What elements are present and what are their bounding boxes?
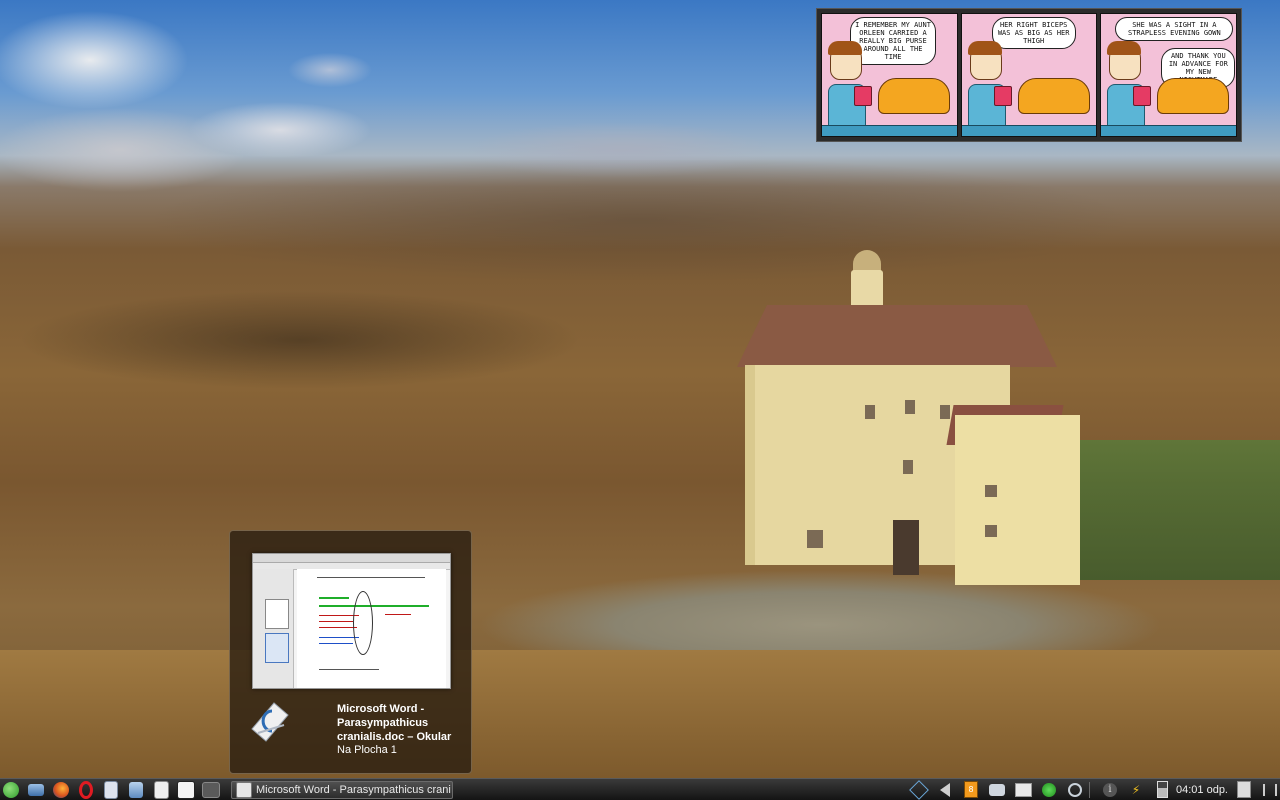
mug-icon <box>993 86 1012 106</box>
thumbnail-sidebar <box>253 569 294 688</box>
task-label: Microsoft Word - Parasympathicus crani <box>256 783 451 796</box>
folder-icon[interactable] <box>1013 781 1033 799</box>
preview-window-title: Microsoft Word - Parasympathicus cranial… <box>337 703 452 743</box>
taskbar: Microsoft Word - Parasympathicus crani 8… <box>0 778 1280 800</box>
battery-icon[interactable] <box>1152 781 1172 799</box>
comic-panel-3: She was a sight in a strapless evening g… <box>1100 13 1238 137</box>
wallpaper-hills <box>0 160 1280 280</box>
power-icon[interactable]: ⚡ <box>1126 781 1146 799</box>
okular-task-icon <box>236 781 252 798</box>
kickoff-menu-icon[interactable] <box>0 780 22 800</box>
mug-icon <box>854 86 872 106</box>
speech-bubble: Her right biceps was as big as her thigh <box>991 17 1076 49</box>
okular-icon <box>248 699 290 743</box>
task-preview-tooltip[interactable]: Microsoft Word - Parasympathicus cranial… <box>229 530 472 774</box>
garfield-character <box>1157 78 1230 114</box>
system-tray: 8 i ⚡ 04:01 odp. <box>903 779 1280 800</box>
speech-bubble: She was a sight in a strapless evening g… <box>1115 17 1234 41</box>
volume-icon[interactable] <box>935 781 955 799</box>
trash-icon[interactable] <box>1234 781 1254 799</box>
pager-icon[interactable] <box>200 780 222 800</box>
comic-strip-widget[interactable]: I remember my aunt Orleen carried a REAL… <box>816 8 1242 142</box>
kolourpaint-icon[interactable] <box>175 780 197 800</box>
notes-icon[interactable] <box>100 780 122 800</box>
wallpaper-church <box>737 250 1085 590</box>
network-manager-icon[interactable] <box>909 779 929 800</box>
comic-panel-1: I remember my aunt Orleen carried a REAL… <box>821 13 958 137</box>
cashew-icon[interactable] <box>1260 781 1280 799</box>
text-editor-icon[interactable] <box>150 780 172 800</box>
update-icon[interactable] <box>1039 781 1059 799</box>
firefox-icon[interactable] <box>50 780 72 800</box>
show-desktop-icon[interactable] <box>25 780 47 800</box>
mug-icon <box>1133 86 1152 106</box>
window-thumbnail[interactable] <box>252 553 451 689</box>
wifi-icon[interactable] <box>1065 781 1085 799</box>
notifications-icon[interactable] <box>987 781 1007 799</box>
thumbnail-document <box>297 569 446 688</box>
task-item-okular[interactable]: Microsoft Word - Parasympathicus crani <box>231 780 453 799</box>
garfield-character <box>878 78 950 114</box>
preview-desktop-label: Na Plocha 1 <box>337 744 397 756</box>
clock[interactable]: 04:01 odp. <box>1176 784 1228 796</box>
garfield-character <box>1017 78 1090 114</box>
file-manager-icon[interactable] <box>125 780 147 800</box>
info-icon[interactable]: i <box>1100 781 1120 799</box>
opera-icon[interactable] <box>75 780 97 800</box>
comic-panel-2: Her right biceps was as big as her thigh <box>960 13 1098 137</box>
clipboard-icon[interactable]: 8 <box>961 781 981 799</box>
